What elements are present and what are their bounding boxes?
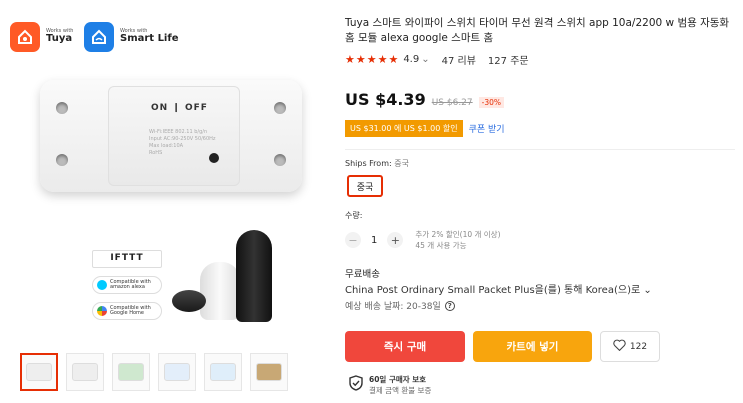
quantity-minus-button[interactable]: − (345, 232, 361, 248)
rating-chevron-icon[interactable]: ⌄ (421, 54, 429, 65)
delivery-estimate-text: 예상 배송 날짜: 20-38일 (345, 302, 441, 312)
thumbnail[interactable] (112, 353, 150, 391)
free-shipping-title: 무료배송 (345, 269, 380, 280)
tuya-logo: Works with Tuya (10, 22, 73, 52)
product-gallery: Works with Tuya Works with Smart Life ON… (0, 0, 335, 403)
quantity-note: 추가 2% 할인(10 개 이상) 45 개 사용 가능 (415, 229, 500, 251)
switch-onoff-label: ON ❙ OFF (151, 103, 208, 113)
shield-check-icon (349, 375, 363, 395)
echo-dot-speaker (172, 290, 206, 312)
google-home-speaker (200, 262, 240, 320)
ships-from-option[interactable]: 중국 (347, 175, 383, 197)
quantity-label: 수량: (345, 211, 363, 220)
spec-line: Max load:10A (149, 143, 184, 149)
thumbnail[interactable] (250, 353, 288, 391)
alexa-badge-line2: amazon alexa (110, 284, 145, 290)
stock-available-note: 45 개 사용 가능 (415, 241, 467, 250)
alexa-badge: Compatible with amazon alexa (92, 276, 162, 294)
bulk-discount-note: 추가 2% 할인(10 개 이상) (415, 230, 501, 239)
get-coupon-link[interactable]: 쿠폰 받기 (469, 122, 505, 135)
buyer-protection[interactable]: 60일 구매자 보호 결제 금액 환불 보증 (349, 374, 431, 396)
ifttt-icon: IFTTT (110, 253, 144, 264)
alexa-icon (97, 280, 107, 290)
action-buttons: 즉시 구매 카트에 넣기 122 (345, 331, 660, 362)
tuya-logo-text: Tuya (46, 33, 73, 45)
coupon-badge: US $31.00 에 US $1.00 할인 (345, 120, 463, 137)
thumbnail[interactable] (20, 353, 58, 391)
smart-life-icon (84, 22, 114, 52)
main-product-image[interactable]: Works with Tuya Works with Smart Life ON… (0, 0, 335, 345)
compatibility-badges: IFTTT Compatible with amazon alexa Compat… (92, 250, 162, 328)
product-details: Tuya 스마트 와이파이 스위치 타이머 무선 원격 스위치 app 10a/… (345, 0, 737, 403)
original-price: US $6.27 (431, 98, 473, 108)
tuya-icon (10, 22, 40, 52)
amazon-echo-speaker (236, 230, 272, 322)
help-icon[interactable]: ? (444, 300, 455, 311)
discount-badge: -30% (478, 97, 505, 108)
delivery-estimate: 예상 배송 날짜: 20-38일 ? (345, 299, 455, 312)
review-count[interactable]: 47 리뷰 (442, 52, 476, 67)
switch-button-dot (209, 153, 219, 163)
thumbnail-strip (20, 353, 288, 391)
quantity-stepper: − 1 + 추가 2% 할인(10 개 이상) 45 개 사용 가능 (345, 229, 501, 251)
buy-now-button[interactable]: 즉시 구매 (345, 331, 465, 362)
protection-subtitle: 결제 금액 환불 보증 (369, 386, 432, 395)
ifttt-badge: IFTTT (92, 250, 162, 268)
ships-from-value: 중국 (394, 159, 409, 168)
spec-line: RoHS (149, 150, 163, 156)
protection-title: 60일 구매자 보호 (369, 375, 427, 384)
google-home-badge: Compatible with Google Home (92, 302, 162, 320)
spec-line: Wi-Fi:IEEE 802.11 b/g/n (149, 129, 208, 135)
google-home-icon (97, 306, 107, 316)
star-rating-icon: ★★★★★ (345, 53, 400, 66)
ships-from-label: Ships From: 중국 (345, 158, 409, 169)
coupon-row: US $31.00 에 US $1.00 할인 쿠폰 받기 (345, 120, 505, 137)
add-to-cart-button[interactable]: 카트에 넣기 (473, 331, 592, 362)
thumbnail[interactable] (158, 353, 196, 391)
wishlist-button[interactable]: 122 (600, 331, 660, 362)
google-badge-line2: Google Home (110, 310, 144, 316)
thumbnail[interactable] (66, 353, 104, 391)
wifi-switch-illustration: ON ❙ OFF Wi-Fi:IEEE 802.11 b/g/n Input A… (30, 72, 312, 197)
rating-value[interactable]: 4.9 (403, 54, 419, 65)
quantity-plus-button[interactable]: + (387, 232, 404, 248)
product-title: Tuya 스마트 와이파이 스위치 타이머 무선 원격 스위치 app 10a/… (345, 17, 730, 44)
quantity-value[interactable]: 1 (371, 235, 377, 246)
rating-row: ★★★★★ 4.9 ⌄ 47 리뷰 127 주문 (345, 52, 529, 67)
spec-line: Input AC:90-250V 50/60Hz (149, 136, 216, 142)
ships-from-text: Ships From: (345, 159, 392, 168)
shipping-method-select[interactable]: China Post Ordinary Small Packet Plus을(를… (345, 281, 652, 296)
heart-icon (613, 339, 626, 354)
smart-life-logo: Works with Smart Life (84, 22, 179, 52)
smart-life-logo-text: Smart Life (120, 33, 179, 45)
price-row: US $4.39 US $6.27 -30% (345, 90, 505, 109)
order-count: 127 주문 (487, 56, 529, 67)
thumbnail[interactable] (204, 353, 242, 391)
current-price: US $4.39 (345, 90, 426, 109)
divider (345, 149, 735, 150)
wishlist-count: 122 (629, 341, 648, 352)
